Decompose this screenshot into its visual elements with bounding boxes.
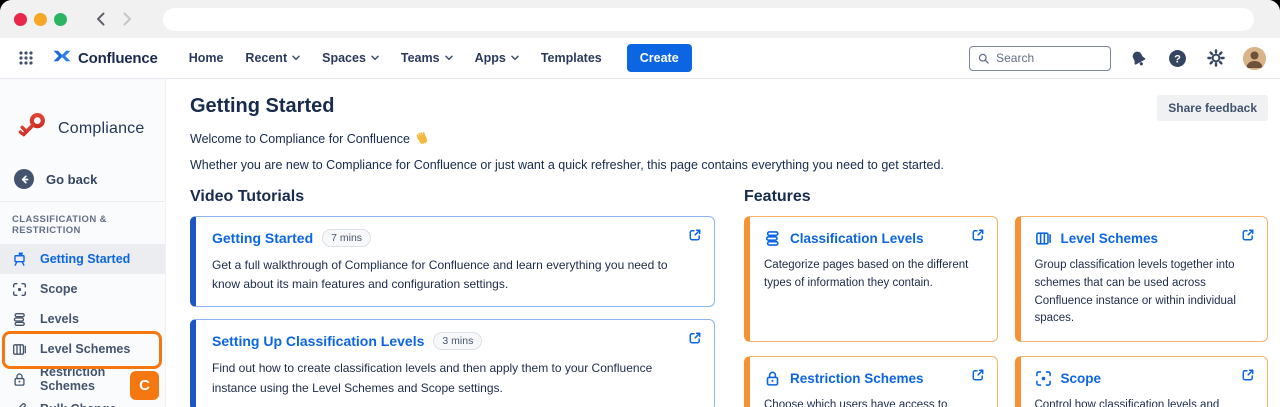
pencil-icon <box>12 402 27 407</box>
external-link-icon[interactable] <box>688 331 702 350</box>
feature-card-description: Group classification levels together int… <box>1035 257 1254 328</box>
duration-badge: 7 mins <box>322 229 371 247</box>
app-navbar: Confluence Home Recent Spaces Teams Apps… <box>0 38 1280 79</box>
chevron-down-icon <box>511 55 519 61</box>
welcome-text: Welcome to Compliance for Confluence <box>190 131 1268 146</box>
nav-item-teams[interactable]: Teams <box>392 45 462 71</box>
page-title: Getting Started <box>190 95 334 118</box>
search-box[interactable] <box>969 46 1111 71</box>
compliance-key-icon <box>12 108 50 151</box>
lock-icon <box>12 372 27 387</box>
go-back-button[interactable]: Go back <box>0 165 165 193</box>
window-controls <box>14 13 67 26</box>
video-tutorials-heading: Video Tutorials <box>190 188 715 206</box>
easel-icon <box>12 252 27 267</box>
product-name: Confluence <box>78 50 158 67</box>
levels-icon <box>12 312 27 327</box>
create-button[interactable]: Create <box>627 44 692 72</box>
sidebar-item-getting-started[interactable]: Getting Started <box>0 244 165 274</box>
confluence-home-link[interactable]: Confluence <box>52 48 158 69</box>
video-card-title[interactable]: Setting Up Classification Levels <box>212 333 424 349</box>
chevron-down-icon <box>445 55 453 61</box>
close-window-button[interactable] <box>14 13 27 26</box>
compliance-app-header: Compliance <box>0 101 165 157</box>
sidebar-item-levels[interactable]: Levels <box>0 304 165 334</box>
external-link-icon[interactable] <box>971 228 985 247</box>
minimize-window-button[interactable] <box>34 13 47 26</box>
feature-card-title[interactable]: Restriction Schemes <box>790 371 924 386</box>
feature-card-restriction-schemes[interactable]: Restriction Schemes Choose which users h… <box>744 356 998 407</box>
nav-item-home[interactable]: Home <box>180 45 233 71</box>
search-input[interactable] <box>996 51 1102 65</box>
features-heading: Features <box>744 188 1268 206</box>
sidebar-divider <box>0 201 165 202</box>
intro-text: Whether you are new to Compliance for Co… <box>190 158 1268 172</box>
nav-item-recent[interactable]: Recent <box>236 45 309 71</box>
nav-item-apps[interactable]: Apps <box>466 45 528 71</box>
wave-emoji <box>415 131 430 146</box>
scope-icon <box>12 282 27 297</box>
external-link-icon[interactable] <box>971 368 985 387</box>
app-name: Compliance <box>58 120 144 138</box>
scope-icon <box>1035 370 1052 387</box>
level-schemes-icon <box>12 342 27 357</box>
features-section: Features Classification Levels Categoriz… <box>744 188 1268 407</box>
feature-card-description: Choose which users have access to differ… <box>764 397 983 407</box>
browser-back-button[interactable] <box>93 10 109 28</box>
sidebar-item-level-schemes[interactable]: Level Schemes <box>0 334 165 364</box>
annotation-label-badge: C <box>130 371 159 400</box>
feature-card-scope[interactable]: Scope Control how classification levels … <box>1015 356 1269 407</box>
feature-card-title[interactable]: Level Schemes <box>1061 231 1159 246</box>
search-icon <box>978 52 989 65</box>
nav-item-spaces[interactable]: Spaces <box>313 45 388 71</box>
chevron-down-icon <box>371 55 379 61</box>
external-link-icon[interactable] <box>1241 228 1255 247</box>
confluence-logo-icon <box>52 48 72 69</box>
app-switcher-icon[interactable] <box>14 46 38 70</box>
video-card-setting-up-levels[interactable]: Setting Up Classification Levels 3 mins … <box>190 319 715 407</box>
external-link-icon[interactable] <box>1241 368 1255 387</box>
sidebar-item-scope[interactable]: Scope <box>0 274 165 304</box>
feature-card-title[interactable]: Scope <box>1061 371 1102 386</box>
lock-icon <box>764 370 781 387</box>
sidebar-section-label: CLASSIFICATION & RESTRICTION <box>12 214 153 236</box>
feature-card-description: Categorize pages based on the different … <box>764 257 983 293</box>
feature-card-classification-levels[interactable]: Classification Levels Categorize pages b… <box>744 216 998 342</box>
svg-text:?: ? <box>1174 53 1181 65</box>
external-link-icon[interactable] <box>688 228 702 247</box>
classification-levels-icon <box>764 230 781 247</box>
feature-card-title[interactable]: Classification Levels <box>790 231 924 246</box>
address-bar[interactable] <box>163 8 1254 31</box>
level-schemes-icon <box>1035 230 1052 247</box>
feature-card-level-schemes[interactable]: Level Schemes Group classification level… <box>1015 216 1269 342</box>
notifications-bell-icon[interactable] <box>1126 46 1150 70</box>
settings-gear-icon[interactable] <box>1204 46 1228 70</box>
video-card-title[interactable]: Getting Started <box>212 230 313 246</box>
zoom-window-button[interactable] <box>54 13 67 26</box>
arrow-left-icon <box>14 169 34 189</box>
browser-forward-button[interactable] <box>119 10 135 28</box>
chevron-down-icon <box>292 55 300 61</box>
browser-window: Confluence Home Recent Spaces Teams Apps… <box>0 0 1280 407</box>
duration-badge: 3 mins <box>433 332 482 350</box>
video-tutorials-section: Video Tutorials Getting Started 7 mins G… <box>190 188 715 407</box>
help-icon[interactable]: ? <box>1165 46 1189 70</box>
browser-chrome <box>0 0 1280 38</box>
video-card-description: Get a full walkthrough of Compliance for… <box>212 256 698 294</box>
sidebar: Compliance Go back CLASSIFICATION & REST… <box>0 79 166 407</box>
feature-card-description: Control how classification levels and pa… <box>1035 397 1254 407</box>
user-avatar[interactable] <box>1243 47 1266 70</box>
nav-item-templates[interactable]: Templates <box>532 45 611 71</box>
video-card-description: Find out how to create classification le… <box>212 359 698 397</box>
primary-nav: Home Recent Spaces Teams Apps Templates <box>180 45 611 71</box>
share-feedback-button[interactable]: Share feedback <box>1157 95 1268 121</box>
video-card-getting-started[interactable]: Getting Started 7 mins Get a full walkth… <box>190 216 715 307</box>
main-content: Getting Started Share feedback Welcome t… <box>166 79 1280 407</box>
